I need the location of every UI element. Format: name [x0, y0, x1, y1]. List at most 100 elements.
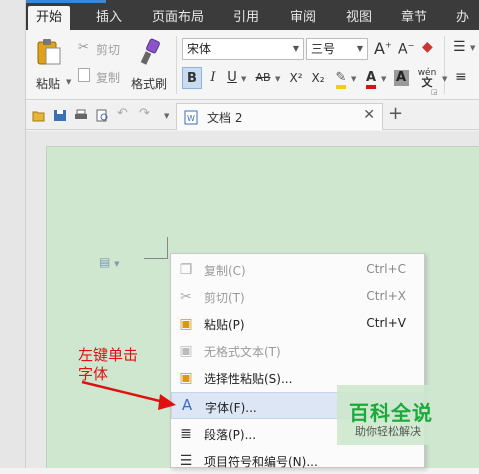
menu-item-cut[interactable]: ✂ 剪切(T) Ctrl+X [171, 283, 424, 310]
highlighter-icon: ✎ [335, 71, 347, 89]
redo-icon[interactable]: ↷ [139, 106, 150, 121]
highlight-button[interactable]: ✎ [332, 67, 350, 89]
superscript-button[interactable]: X² [286, 67, 306, 89]
left-edge [0, 0, 26, 468]
copy-icon [78, 68, 90, 82]
annotation-line-1: 左键单击 [78, 346, 139, 364]
menu-accent-line [26, 0, 106, 3]
strikethrough-button[interactable]: AB [252, 67, 274, 89]
copy-label: 复制 [96, 71, 121, 85]
margin-corner-mark [144, 237, 168, 259]
char-shading-button[interactable]: A [392, 67, 410, 89]
paste-icon: ▣ [179, 316, 193, 332]
char-shading-icon: A [393, 70, 409, 86]
tab-home[interactable]: 开始 [28, 6, 71, 30]
tab-office[interactable]: 办公 [448, 6, 479, 49]
cut-button[interactable]: ✂ 剪切 [78, 40, 128, 58]
font-dialog-launcher-icon[interactable]: ◲ [431, 88, 438, 96]
tab-page-layout[interactable]: 页面布局 [144, 6, 212, 30]
open-folder-icon[interactable] [32, 109, 46, 122]
italic-button[interactable]: I [204, 67, 222, 89]
menu-item-paste-plain[interactable]: ▣ 无格式文本(T) [171, 337, 424, 364]
document-tab-title: 文档 2 [207, 111, 243, 125]
menu-item-shortcut: Ctrl+X [366, 289, 406, 303]
font-size-select[interactable]: 三号 ▼ [306, 38, 368, 60]
grow-font-icon[interactable]: A+ [374, 39, 392, 58]
align-left-icon[interactable]: ≡ [455, 69, 467, 85]
menu-item-shortcut: Ctrl+V [366, 316, 406, 330]
print-preview-icon[interactable] [95, 109, 109, 122]
menu-item-label: 无格式文本(T) [204, 345, 281, 359]
menu-item-label: 剪切(T) [204, 291, 245, 305]
plain-paste-icon: ▣ [179, 343, 193, 359]
copy-button[interactable]: 复制 [78, 68, 128, 86]
menu-item-bullets[interactable]: ☰ 项目符号和编号(N)... [171, 447, 424, 474]
print-icon[interactable] [74, 109, 88, 122]
subscript-button[interactable]: X₂ [308, 67, 328, 89]
menu-item-shortcut: Ctrl+C [366, 262, 406, 276]
font-color-button[interactable]: A [362, 67, 380, 89]
svg-text:W: W [187, 114, 195, 123]
scissors-icon: ✂ [78, 40, 89, 55]
tab-references[interactable]: 引用 [225, 6, 267, 30]
paste-options-icon[interactable]: ▤ ▼ [99, 255, 120, 269]
ribbon-separator [176, 36, 177, 94]
quick-access-dropdown-icon[interactable]: ▼ [164, 112, 169, 120]
word-document-icon: W [184, 110, 198, 125]
chevron-down-icon[interactable]: ▼ [241, 75, 246, 83]
watermark-title: 百科全说 [349, 401, 433, 425]
tab-document[interactable]: W 文档 2 ✕ [176, 103, 383, 130]
paste-dropdown-icon[interactable]: ▼ [66, 78, 71, 86]
cut-label: 剪切 [96, 43, 121, 57]
menu-item-copy[interactable]: ❐ 复制(C) Ctrl+C [171, 256, 424, 283]
tab-section[interactable]: 章节 [393, 6, 435, 30]
font-name-value: 宋体 [187, 42, 212, 56]
clear-format-icon[interactable]: ◆ [422, 39, 433, 55]
font-size-value: 三号 [311, 42, 336, 56]
ribbon: 粘贴 ▼ ✂ 剪切 复制 格式刷 宋体 ▼ 三号 ▼ A+ A− ◆ ☰ ▼ B… [26, 30, 479, 100]
tab-view[interactable]: 视图 [338, 6, 380, 30]
menu-item-label: 粘贴(P) [204, 318, 245, 332]
chevron-down-icon[interactable]: ▼ [351, 75, 356, 83]
close-icon[interactable]: ✕ [363, 107, 375, 123]
paste-button[interactable]: 粘贴 ▼ [32, 36, 71, 94]
menu-item-label: 段落(P)... [204, 428, 257, 442]
brush-icon [140, 38, 160, 65]
chevron-down-icon[interactable]: ▼ [442, 75, 447, 83]
font-color-icon: A [365, 71, 377, 89]
bullets-icon: ☰ [179, 453, 193, 469]
copy-icon: ❐ [179, 262, 193, 278]
quick-access-toolbar: ↶ ↷ ▼ W 文档 2 ✕ + [26, 101, 479, 130]
phonetic-guide-button[interactable]: wén 文 [414, 67, 440, 89]
chevron-down-icon[interactable]: ▼ [275, 75, 280, 83]
shrink-font-icon[interactable]: A− [398, 41, 414, 58]
watermark-subtitle: 助你轻松解决 [355, 425, 421, 438]
font-name-select[interactable]: 宋体 ▼ [182, 38, 304, 60]
undo-icon[interactable]: ↶ [117, 106, 128, 121]
scissors-icon: ✂ [180, 289, 192, 305]
menu-item-paste[interactable]: ▣ 粘贴(P) Ctrl+V [171, 310, 424, 337]
menu-item-label: 字体(F)... [205, 401, 257, 415]
format-painter-label: 格式刷 [131, 77, 168, 91]
paragraph-icon: ≣ [180, 426, 192, 442]
bullet-list-icon[interactable]: ☰ [453, 39, 466, 55]
menu-item-label: 选择性粘贴(S)... [204, 372, 293, 386]
chevron-down-icon: ▼ [292, 44, 299, 53]
menu-bar: 开始 插入 页面布局 引用 审阅 视图 章节 办公 [26, 0, 479, 49]
chevron-down-icon: ▼ [356, 44, 363, 53]
watermark-logo: 百科全说 助你轻松解决 [337, 385, 455, 445]
chevron-down-icon[interactable]: ▼ [381, 75, 386, 83]
menu-item-label: 复制(C) [204, 264, 246, 278]
paste-icon [37, 39, 61, 65]
underline-button[interactable]: U [224, 67, 240, 89]
chevron-down-icon[interactable]: ▼ [470, 44, 475, 52]
ribbon-separator [444, 36, 445, 94]
new-tab-icon[interactable]: + [388, 103, 403, 124]
bold-button[interactable]: B [182, 67, 202, 89]
tab-review[interactable]: 审阅 [282, 6, 324, 30]
paste-label: 粘贴 [36, 77, 61, 91]
tab-insert[interactable]: 插入 [88, 6, 130, 30]
save-icon[interactable] [53, 109, 67, 122]
format-painter-button[interactable]: 格式刷 [130, 36, 172, 94]
menu-item-label: 项目符号和编号(N)... [204, 455, 318, 469]
